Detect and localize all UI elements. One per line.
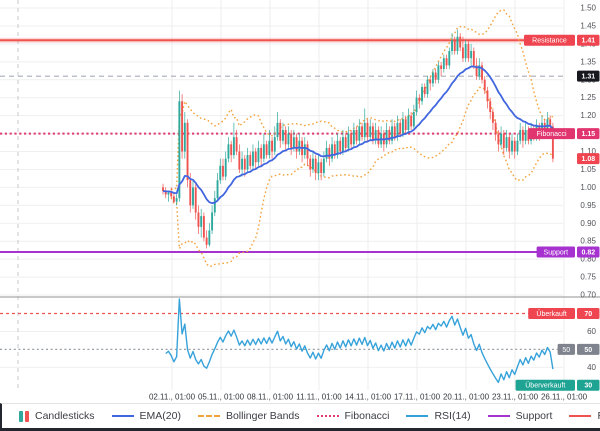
- axis-label: 1.05: [580, 165, 596, 174]
- axis-label: 1.50: [580, 4, 596, 13]
- rsi-line: [166, 299, 553, 382]
- legend-item-ema-20-[interactable]: EMA(20): [112, 410, 181, 422]
- legend-label: Fibonacci: [345, 410, 390, 422]
- support-badge: Support 0.82: [537, 246, 600, 257]
- axis-label: 30: [584, 383, 592, 390]
- axis-label: 1.35: [580, 57, 596, 66]
- line-swatch-icon: [406, 415, 428, 417]
- axis-label: 1.25: [580, 93, 596, 102]
- legend-item-bollinger-bands[interactable]: Bollinger Bands: [198, 410, 300, 422]
- resistance-badge: Resistance 1.41: [524, 35, 600, 46]
- axis-label: 1.15: [581, 131, 595, 138]
- axis-label: 0.70: [580, 291, 596, 300]
- axis-label: 0.95: [580, 201, 596, 210]
- price-axis: 0.700.750.800.850.900.951.001.051.101.15…: [580, 4, 596, 390]
- axis-label: 1.41: [581, 38, 595, 45]
- axis-label: 05.11., 01:00: [198, 393, 245, 402]
- axis-label: 50: [562, 347, 570, 354]
- legend-label: EMA(20): [140, 410, 181, 422]
- oversold-badge: Überverkauft 30: [516, 380, 600, 391]
- dotted-swatch-icon: [317, 415, 339, 417]
- axis-label: 14.11., 01:00: [345, 393, 392, 402]
- line-swatch-icon: [569, 415, 591, 417]
- fibonacci-badge: Fibonacci 1.15: [528, 128, 599, 139]
- legend: Candlesticks EMA(20) Bollinger Bands Fibona…: [0, 403, 600, 428]
- axis-label: 40: [587, 363, 596, 372]
- legend-label: Support: [516, 410, 553, 422]
- axis-label: 50: [584, 347, 592, 354]
- current-price-badge: 1.08: [577, 153, 600, 164]
- rsi-mid-badge: 50 50: [558, 344, 600, 355]
- axis-label: 20.11., 01:00: [443, 393, 490, 402]
- axis-label: 11.11., 01:00: [296, 393, 342, 402]
- axis-label: 0.75: [580, 273, 596, 282]
- axis-label: 0.90: [580, 219, 596, 228]
- legend-item-support[interactable]: Support: [488, 410, 553, 422]
- axis-label: 1.20: [580, 111, 596, 120]
- axis-label: 70: [584, 311, 592, 318]
- chart-container: 0.700.750.800.850.900.951.001.051.101.15…: [0, 0, 600, 431]
- line-swatch-icon: [112, 415, 134, 417]
- axis-label: Resistance: [532, 38, 567, 45]
- legend-item-candlesticks[interactable]: Candlesticks: [19, 410, 95, 422]
- legend-label: Bollinger Bands: [226, 410, 300, 422]
- line-swatch-icon: [488, 415, 510, 417]
- bollinger-upper: [171, 10, 553, 190]
- axis-label: 17.11., 01:00: [394, 393, 441, 402]
- axis-label: 0.85: [580, 237, 596, 246]
- dashed-swatch-icon: [198, 415, 220, 417]
- axis-label: 08.11., 01:00: [247, 393, 294, 402]
- axis-label: 02.11., 01:00: [149, 393, 196, 402]
- legend-label: RSI(14): [434, 410, 470, 422]
- bollinger-lower: [171, 87, 553, 266]
- overbought-badge: Überkauft 70: [528, 308, 599, 319]
- axis-label: 1.00: [580, 183, 596, 192]
- axis-label: Überkauft: [536, 310, 566, 318]
- axis-label: Überverkauft: [525, 382, 565, 390]
- candlestick-icon: [19, 411, 29, 422]
- legend-item-resistance[interactable]: Resistance: [569, 410, 600, 422]
- legend-item-rsi-14-[interactable]: RSI(14): [406, 410, 470, 422]
- time-axis: 02.11., 01:0005.11., 01:0008.11., 01:001…: [149, 393, 588, 402]
- axis-label: 1.31: [581, 74, 595, 81]
- axis-label: 0.82: [581, 249, 595, 256]
- axis-label: Support: [544, 249, 569, 256]
- axis-label: 60: [587, 327, 596, 336]
- axis-label: 26.11., 01:00: [541, 393, 588, 402]
- axis-label: 23.11., 01:00: [492, 393, 539, 402]
- legend-label: Candlesticks: [35, 410, 95, 422]
- price-chart-svg[interactable]: 0.700.750.800.850.900.951.001.051.101.15…: [0, 0, 600, 403]
- axis-label: Fibonacci: [537, 131, 567, 138]
- legend-item-fibonacci[interactable]: Fibonacci: [317, 410, 390, 422]
- axis-label: 1.45: [580, 21, 596, 30]
- axis-label: 1.08: [581, 156, 595, 163]
- last-close-badge: 1.31: [577, 71, 600, 82]
